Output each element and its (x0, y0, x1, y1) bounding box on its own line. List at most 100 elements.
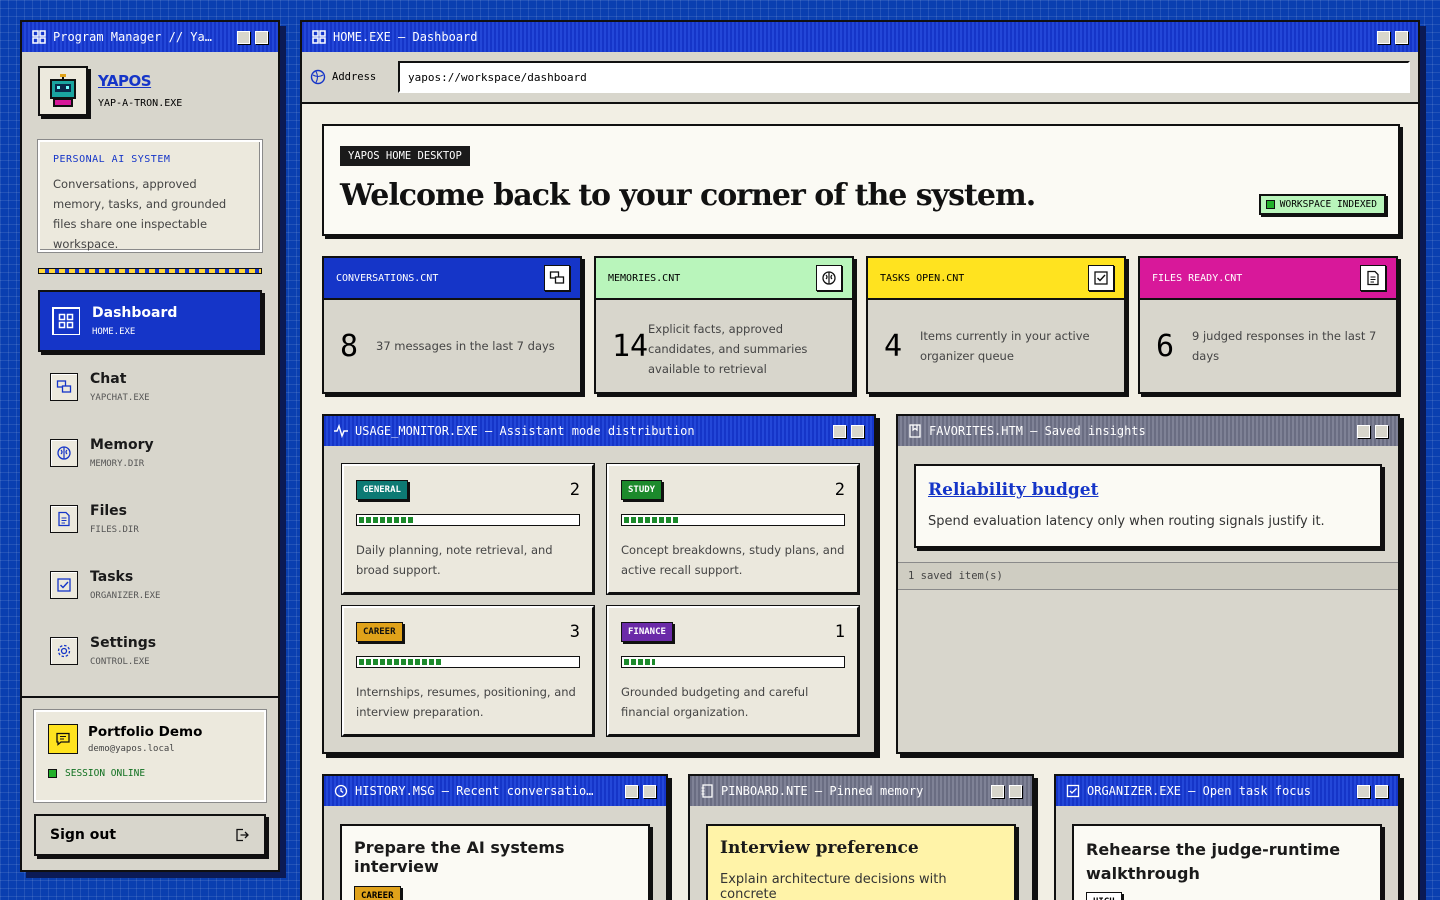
message-icon (48, 724, 78, 754)
sign-out-button[interactable]: Sign out (34, 814, 266, 856)
robot-logo-icon (38, 66, 88, 116)
mode-card-study[interactable]: STUDY 2 Concept breakdowns, study plans, … (607, 464, 859, 594)
sign-out-label: Sign out (50, 827, 117, 843)
stat-value: 4 (884, 328, 903, 364)
mode-count: 2 (834, 480, 845, 500)
stat-card-conversations[interactable]: CONVERSATIONS.CNT 8 37 messages in the la… (322, 256, 582, 394)
address-bar: Address yapos://workspace/dashboard (302, 52, 1418, 104)
mode-tag: GENERAL (356, 480, 408, 500)
address-label: Address (332, 71, 377, 83)
stat-description: 37 messages in the last 7 days (376, 339, 555, 353)
session-status-label: SESSION ONLINE (65, 768, 146, 779)
pinboard-window: PINBOARD.NTE — Pinned memory Interview p… (688, 774, 1034, 900)
conversation-tag: CAREER (354, 886, 401, 900)
maximize-button[interactable] (1395, 30, 1408, 44)
sidebar-item-dashboard[interactable]: Dashboard HOME.EXE (38, 290, 262, 352)
window-title: HISTORY.MSG — Recent conversatio… (355, 784, 594, 798)
sidebar-item-label: Files (90, 503, 127, 519)
minimize-button[interactable] (1357, 424, 1370, 438)
pinboard-titlebar[interactable]: PINBOARD.NTE — Pinned memory (690, 776, 1032, 806)
file-icon (1360, 265, 1386, 291)
grid-icon (312, 30, 326, 44)
minimize-button[interactable] (237, 30, 250, 44)
mode-card-career[interactable]: CAREER 3 Internships, resumes, positionin… (342, 606, 594, 736)
maximize-button[interactable] (851, 424, 864, 438)
mode-description: Concept breakdowns, study plans, and act… (621, 543, 845, 577)
window-title: ORGANIZER.EXE — Open task focus (1087, 784, 1311, 798)
mode-progress-fill (624, 517, 679, 523)
stat-card-memories[interactable]: MEMORIES.CNT 14 Explicit facts, approved … (594, 256, 854, 394)
saved-insight-card[interactable]: Reliability budget Spend evaluation late… (914, 464, 1382, 548)
info-text: Conversations, approved memory, tasks, a… (53, 177, 227, 251)
logout-icon (236, 828, 249, 842)
maximize-button[interactable] (1375, 784, 1388, 798)
pinned-memory-title: Interview preference (720, 838, 919, 858)
minimize-button[interactable] (1377, 30, 1390, 44)
status-dot-icon (1265, 200, 1275, 209)
mode-count: 2 (569, 480, 580, 500)
sidebar-item-files[interactable]: Files FILES.DIR (38, 488, 262, 550)
task-title: Rehearse the judge-runtime walkthrough (1086, 840, 1341, 883)
notebook-icon (701, 784, 713, 798)
grid-icon (32, 30, 46, 44)
maximize-button[interactable] (255, 30, 268, 44)
mode-card-finance[interactable]: FINANCE 1 Grounded budgeting and careful … (607, 606, 859, 736)
stat-label: FILES READY.CNT (1152, 272, 1243, 284)
address-input[interactable]: yapos://workspace/dashboard (398, 61, 1410, 93)
brand-name[interactable]: YAPOS (98, 72, 182, 90)
mode-description: Daily planning, note retrieval, and broa… (356, 543, 553, 577)
pinned-memory-card[interactable]: Interview preference Explain architectur… (706, 824, 1016, 900)
status-dot-icon (48, 769, 57, 778)
mode-progress-bar (356, 514, 580, 526)
history-titlebar[interactable]: HISTORY.MSG — Recent conversatio… (324, 776, 666, 806)
usage-monitor-titlebar[interactable]: USAGE_MONITOR.EXE — Assistant mode distr… (324, 416, 874, 446)
open-task-card[interactable]: Rehearse the judge-runtime walkthrough H… (1072, 824, 1382, 900)
welcome-tag: YAPOS HOME DESKTOP (340, 146, 470, 166)
stat-card-tasks[interactable]: TASKS OPEN.CNT 4 Items currently in your … (866, 256, 1126, 394)
mode-card-general[interactable]: GENERAL 2 Daily planning, note retrieval,… (342, 464, 594, 594)
mode-tag: STUDY (621, 480, 663, 500)
maximize-button[interactable] (1009, 784, 1022, 798)
saved-insight-title[interactable]: Reliability budget (928, 480, 1368, 500)
system-info-box: PERSONAL AI SYSTEM Conversations, approv… (38, 140, 262, 252)
recent-conversation-card[interactable]: Prepare the AI systems interview CAREER (340, 824, 650, 900)
home-titlebar[interactable]: HOME.EXE — Dashboard (302, 22, 1418, 52)
organizer-window: ORGANIZER.EXE — Open task focus Rehearse… (1054, 774, 1400, 900)
chat-icon (544, 265, 570, 291)
status-badge: WORKSPACE INDEXED (1258, 194, 1386, 215)
mode-progress-bar (621, 514, 845, 526)
file-icon (50, 505, 78, 533)
brand-subtitle: YAP-A-TRON.EXE (98, 98, 183, 109)
minimize-button[interactable] (991, 784, 1004, 798)
favorites-titlebar[interactable]: FAVORITES.HTM — Saved insights (898, 416, 1398, 446)
user-card: Portfolio Demo demo@yapos.local SESSION … (34, 710, 266, 802)
welcome-panel: YAPOS HOME DESKTOP Welcome back to your … (322, 124, 1400, 236)
welcome-title: Welcome back to your corner of the syste… (340, 178, 1036, 213)
organizer-titlebar[interactable]: ORGANIZER.EXE — Open task focus (1056, 776, 1398, 806)
sidebar-item-label: Memory (90, 437, 154, 453)
window-title: HOME.EXE — Dashboard (333, 30, 478, 44)
info-label: PERSONAL AI SYSTEM (53, 154, 171, 165)
pulse-icon (334, 424, 348, 438)
chat-icon (50, 373, 78, 401)
sidebar-item-sub: MEMORY.DIR (90, 459, 145, 469)
program-manager-titlebar[interactable]: Program Manager // Ya… (22, 22, 278, 52)
sidebar-item-chat[interactable]: Chat YAPCHAT.EXE (38, 356, 262, 418)
stat-value: 14 (612, 328, 649, 364)
minimize-button[interactable] (833, 424, 846, 438)
maximize-button[interactable] (643, 784, 656, 798)
history-icon (334, 784, 348, 798)
favorites-window: FAVORITES.HTM — Saved insights Reliabili… (896, 414, 1400, 754)
brand: YAPOS YAP-A-TRON.EXE (22, 52, 278, 116)
minimize-button[interactable] (625, 784, 638, 798)
mode-progress-bar (621, 656, 845, 668)
sidebar-item-tasks[interactable]: Tasks ORGANIZER.EXE (38, 554, 262, 616)
sidebar-item-settings[interactable]: Settings CONTROL.EXE (38, 620, 262, 682)
minimize-button[interactable] (1357, 784, 1370, 798)
stat-label: MEMORIES.CNT (608, 272, 681, 284)
maximize-button[interactable] (1375, 424, 1388, 438)
stat-card-files[interactable]: FILES READY.CNT 6 9 judged responses in t… (1138, 256, 1398, 394)
sidebar-item-memory[interactable]: Memory MEMORY.DIR (38, 422, 262, 484)
mode-progress-fill (359, 517, 414, 523)
sidebar-footer: Portfolio Demo demo@yapos.local SESSION … (22, 696, 278, 870)
